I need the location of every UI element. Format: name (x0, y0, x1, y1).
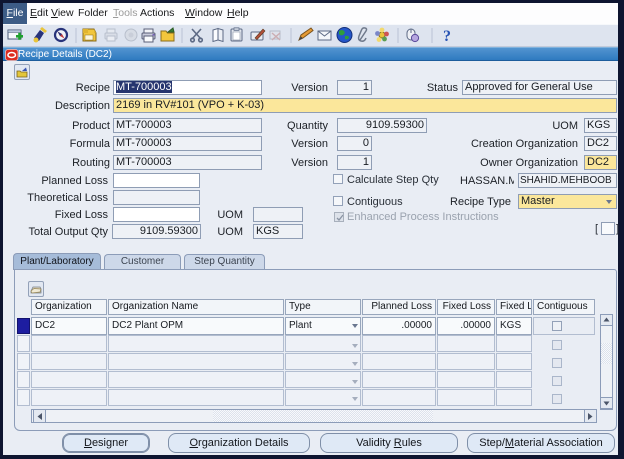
svg-text:?: ? (443, 28, 451, 45)
